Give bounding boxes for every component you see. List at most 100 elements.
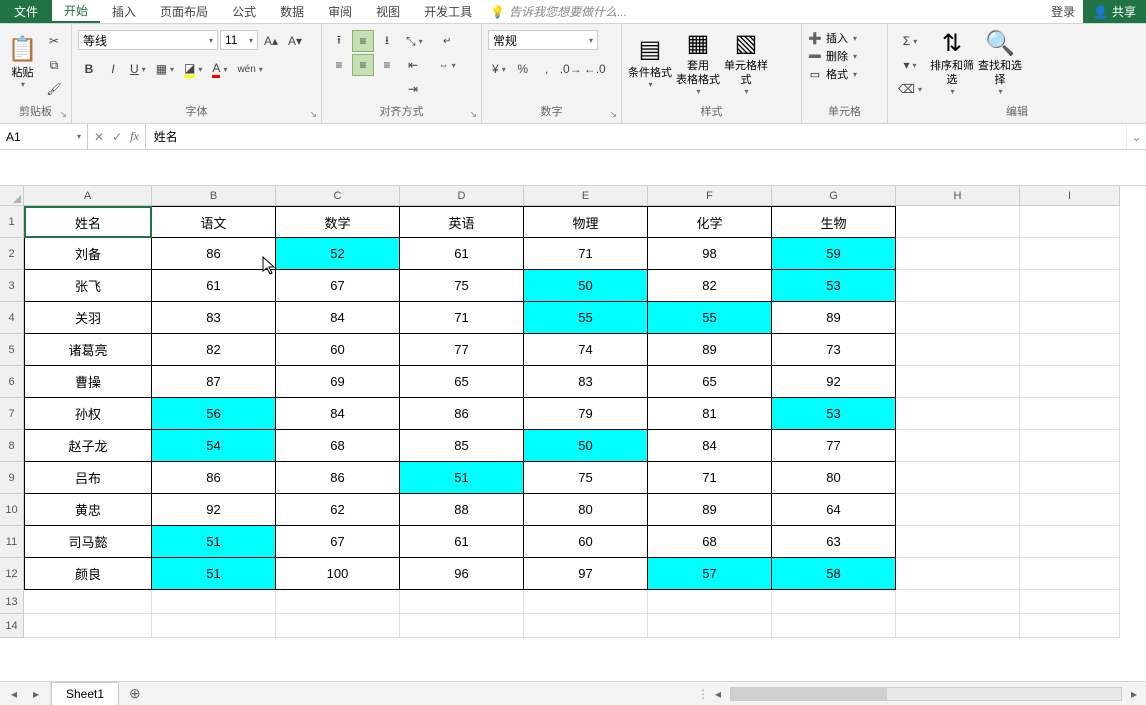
row-header[interactable]: 8 — [0, 430, 24, 462]
cell[interactable] — [896, 614, 1020, 638]
conditional-formatting-button[interactable]: ▤ 条件格式▾ — [628, 30, 672, 96]
cell[interactable]: 关羽 — [24, 302, 152, 334]
cell[interactable] — [1020, 558, 1120, 590]
cell[interactable]: 100 — [276, 558, 400, 590]
cell[interactable]: 98 — [648, 238, 772, 270]
tab-developer[interactable]: 开发工具 — [412, 0, 484, 23]
cell[interactable]: 77 — [772, 430, 896, 462]
cell[interactable] — [400, 614, 524, 638]
cell[interactable]: 53 — [772, 398, 896, 430]
wrap-text-button[interactable]: ↵ — [435, 30, 460, 52]
borders-button[interactable]: ▦▾ — [152, 58, 178, 80]
align-left-button[interactable]: ≡ — [328, 54, 350, 76]
cell[interactable] — [1020, 398, 1120, 430]
name-box[interactable]: A1 ▾ — [0, 124, 88, 149]
cell[interactable]: 58 — [772, 558, 896, 590]
fill-button[interactable]: ▾▾ — [894, 54, 926, 76]
row-header[interactable]: 1 — [0, 206, 24, 238]
accounting-format-button[interactable]: ¥▾ — [488, 58, 510, 80]
cell[interactable]: 84 — [276, 398, 400, 430]
bold-button[interactable]: B — [78, 58, 100, 80]
alignment-launcher-icon[interactable]: ↘ — [469, 109, 477, 120]
cell[interactable] — [896, 366, 1020, 398]
cell[interactable]: 52 — [276, 238, 400, 270]
cell[interactable]: 82 — [152, 334, 276, 366]
cell[interactable] — [1020, 494, 1120, 526]
cell[interactable]: 83 — [152, 302, 276, 334]
cell[interactable] — [896, 334, 1020, 366]
cell[interactable]: 74 — [524, 334, 648, 366]
cell[interactable]: 姓名 — [24, 206, 152, 238]
cell[interactable]: 86 — [276, 462, 400, 494]
align-center-button[interactable]: ≡ — [352, 54, 374, 76]
tab-page-layout[interactable]: 页面布局 — [148, 0, 220, 23]
align-middle-button[interactable]: ≡ — [352, 30, 374, 52]
fx-icon[interactable]: fx — [130, 129, 139, 144]
horizontal-scrollbar[interactable]: ◂ ▸ — [706, 682, 1146, 705]
align-top-button[interactable]: ⭱ — [328, 30, 350, 52]
cell[interactable]: 化学 — [648, 206, 772, 238]
cell[interactable]: 53 — [772, 270, 896, 302]
format-cells-button[interactable]: ▭格式▾ — [808, 66, 857, 82]
row-header[interactable]: 3 — [0, 270, 24, 302]
font-name-select[interactable]: 等线 ▾ — [78, 30, 218, 50]
autosum-button[interactable]: Σ▾ — [894, 30, 926, 52]
cell[interactable]: 88 — [400, 494, 524, 526]
font-color-button[interactable]: A▾ — [208, 58, 231, 80]
row-header[interactable]: 4 — [0, 302, 24, 334]
cell[interactable] — [152, 590, 276, 614]
cell[interactable] — [896, 302, 1020, 334]
row-header[interactable]: 5 — [0, 334, 24, 366]
cell[interactable]: 60 — [276, 334, 400, 366]
cell[interactable]: 孙权 — [24, 398, 152, 430]
column-header[interactable]: A — [24, 186, 152, 206]
cell[interactable]: 刘备 — [24, 238, 152, 270]
add-sheet-button[interactable]: ⊕ — [119, 682, 151, 705]
cell[interactable] — [896, 206, 1020, 238]
cell[interactable]: 50 — [524, 430, 648, 462]
cell[interactable]: 68 — [648, 526, 772, 558]
cut-button[interactable]: ✂ — [43, 30, 65, 52]
cell[interactable] — [1020, 270, 1120, 302]
cell[interactable] — [524, 590, 648, 614]
cell[interactable] — [400, 590, 524, 614]
cell[interactable] — [896, 558, 1020, 590]
cell[interactable]: 86 — [152, 238, 276, 270]
expand-formula-bar-button[interactable]: ⌄ — [1126, 124, 1146, 149]
underline-button[interactable]: U▾ — [126, 58, 150, 80]
row-header[interactable]: 7 — [0, 398, 24, 430]
italic-button[interactable]: I — [102, 58, 124, 80]
number-format-select[interactable]: 常规 ▾ — [488, 30, 598, 50]
cell[interactable]: 77 — [400, 334, 524, 366]
cell[interactable]: 97 — [524, 558, 648, 590]
cell[interactable] — [896, 430, 1020, 462]
spreadsheet-grid[interactable]: ABCDEFGHI 1234567891011121314 姓名语文数学英语物理… — [0, 186, 1146, 681]
column-header[interactable]: C — [276, 186, 400, 206]
paste-button[interactable]: 📋 粘贴 ▾ — [6, 30, 39, 96]
cell[interactable]: 89 — [772, 302, 896, 334]
login-button[interactable]: 登录 — [1043, 0, 1083, 23]
cell[interactable]: 60 — [524, 526, 648, 558]
share-button[interactable]: 👤 共享 — [1083, 0, 1146, 23]
cell[interactable]: 86 — [152, 462, 276, 494]
cell[interactable] — [896, 238, 1020, 270]
merge-center-button[interactable]: ⇔▾ — [435, 54, 460, 76]
comma-format-button[interactable]: , — [536, 58, 558, 80]
cell[interactable] — [152, 614, 276, 638]
cell[interactable] — [276, 614, 400, 638]
cell[interactable]: 84 — [276, 302, 400, 334]
cell[interactable]: 86 — [400, 398, 524, 430]
cell[interactable]: 曹操 — [24, 366, 152, 398]
row-header[interactable]: 9 — [0, 462, 24, 494]
cell[interactable]: 物理 — [524, 206, 648, 238]
cell[interactable] — [1020, 462, 1120, 494]
cell[interactable]: 75 — [400, 270, 524, 302]
row-header[interactable]: 11 — [0, 526, 24, 558]
cell[interactable]: 67 — [276, 270, 400, 302]
cell[interactable]: 数学 — [276, 206, 400, 238]
cell[interactable]: 张飞 — [24, 270, 152, 302]
cell[interactable]: 80 — [524, 494, 648, 526]
cell[interactable] — [1020, 430, 1120, 462]
cell[interactable] — [1020, 334, 1120, 366]
sheet-nav-next-button[interactable]: ▸ — [28, 686, 44, 702]
